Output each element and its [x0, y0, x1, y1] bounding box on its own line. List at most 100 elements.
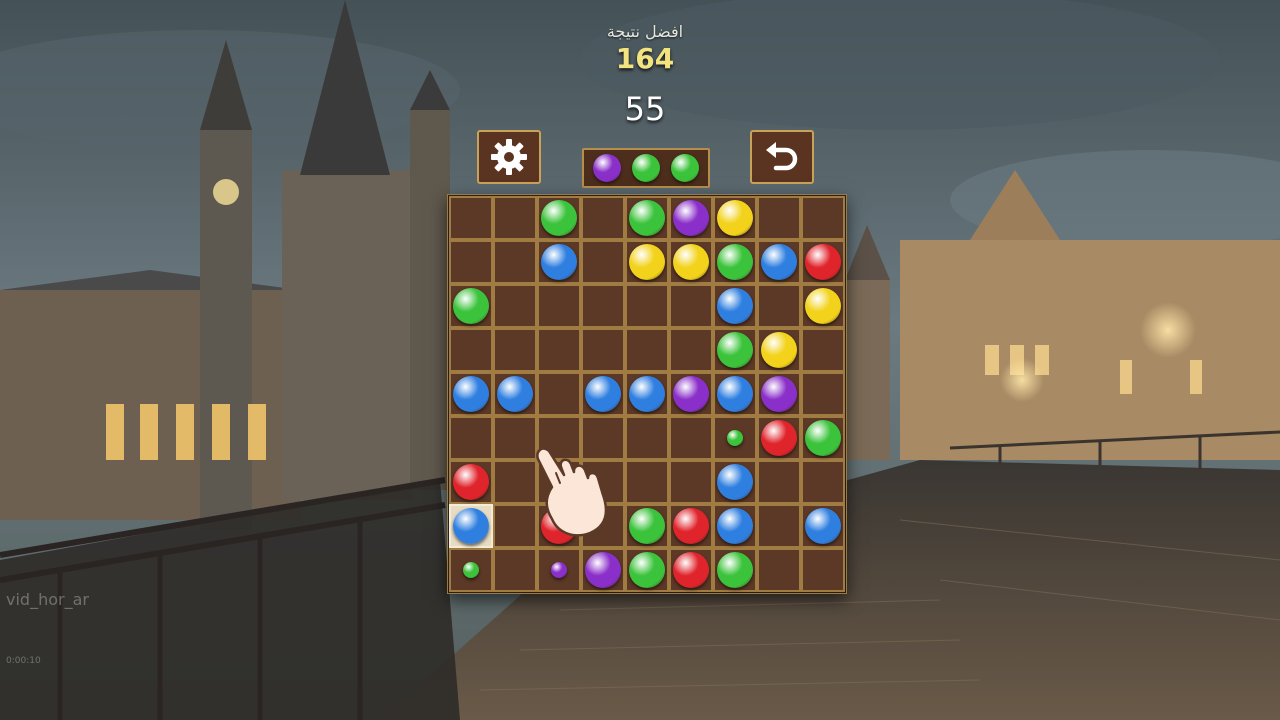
next-balls-preview — [582, 148, 710, 188]
board-cell-r3-c4[interactable] — [581, 284, 625, 328]
board-cell-r9-c3[interactable] — [537, 548, 581, 592]
board-cell-r9-c1[interactable] — [449, 548, 493, 592]
board-cell-r3-c9[interactable] — [801, 284, 845, 328]
board-cell-r7-c4[interactable] — [581, 460, 625, 504]
board-cell-r8-c3[interactable] — [537, 504, 581, 548]
board-cell-r5-c5[interactable] — [625, 372, 669, 416]
board-cell-r7-c5[interactable] — [625, 460, 669, 504]
board-cell-r7-c3[interactable] — [537, 460, 581, 504]
board-cell-r9-c2[interactable] — [493, 548, 537, 592]
best-score-value: 164 — [615, 42, 675, 75]
board-cell-r4-c8[interactable] — [757, 328, 801, 372]
board-cell-r8-c7[interactable] — [713, 504, 757, 548]
board-cell-r5-c2[interactable] — [493, 372, 537, 416]
board-cell-r7-c8[interactable] — [757, 460, 801, 504]
board-cell-r6-c8[interactable] — [757, 416, 801, 460]
board-cell-r1-c4[interactable] — [581, 196, 625, 240]
board-cell-r1-c7[interactable] — [713, 196, 757, 240]
red-ball — [761, 420, 797, 456]
red-ball — [673, 552, 709, 588]
board-cell-r2-c9[interactable] — [801, 240, 845, 284]
board-cell-r6-c4[interactable] — [581, 416, 625, 460]
board-cell-r9-c6[interactable] — [669, 548, 713, 592]
board-cell-r9-c4[interactable] — [581, 548, 625, 592]
board-cell-r6-c2[interactable] — [493, 416, 537, 460]
board-cell-r1-c8[interactable] — [757, 196, 801, 240]
board-cell-r8-c1[interactable] — [449, 504, 493, 548]
board-cell-r4-c7[interactable] — [713, 328, 757, 372]
board-cell-r9-c5[interactable] — [625, 548, 669, 592]
board-cell-r7-c1[interactable] — [449, 460, 493, 504]
board-cell-r6-c1[interactable] — [449, 416, 493, 460]
board-cell-r3-c3[interactable] — [537, 284, 581, 328]
board-cell-r3-c6[interactable] — [669, 284, 713, 328]
board-cell-r8-c5[interactable] — [625, 504, 669, 548]
board-cell-r7-c7[interactable] — [713, 460, 757, 504]
board-cell-r5-c9[interactable] — [801, 372, 845, 416]
board-cell-r4-c2[interactable] — [493, 328, 537, 372]
board-cell-r2-c6[interactable] — [669, 240, 713, 284]
board-cell-r7-c9[interactable] — [801, 460, 845, 504]
purple-ball — [585, 552, 621, 588]
board-cell-r4-c9[interactable] — [801, 328, 845, 372]
board-cell-r2-c2[interactable] — [493, 240, 537, 284]
purple-ball — [673, 376, 709, 412]
board-cell-r4-c1[interactable] — [449, 328, 493, 372]
board-cell-r9-c7[interactable] — [713, 548, 757, 592]
undo-button[interactable] — [750, 130, 814, 184]
board-cell-r4-c3[interactable] — [537, 328, 581, 372]
board-cell-r6-c7[interactable] — [713, 416, 757, 460]
board-cell-r2-c1[interactable] — [449, 240, 493, 284]
board-cell-r8-c2[interactable] — [493, 504, 537, 548]
board-cell-r1-c5[interactable] — [625, 196, 669, 240]
board-cell-r8-c8[interactable] — [757, 504, 801, 548]
green-ball-small — [463, 562, 479, 578]
blue-ball — [585, 376, 621, 412]
board-cell-r6-c6[interactable] — [669, 416, 713, 460]
board-cell-r5-c3[interactable] — [537, 372, 581, 416]
purple-ball-preview — [593, 154, 622, 182]
board-cell-r2-c8[interactable] — [757, 240, 801, 284]
board-cell-r1-c3[interactable] — [537, 196, 581, 240]
settings-button[interactable] — [477, 130, 541, 184]
red-ball — [453, 464, 489, 500]
board-cell-r7-c2[interactable] — [493, 460, 537, 504]
blue-ball — [453, 508, 489, 544]
board-cell-r5-c6[interactable] — [669, 372, 713, 416]
board-cell-r8-c6[interactable] — [669, 504, 713, 548]
board-cell-r8-c9[interactable] — [801, 504, 845, 548]
board-cell-r2-c4[interactable] — [581, 240, 625, 284]
board-cell-r3-c8[interactable] — [757, 284, 801, 328]
board-cell-r4-c4[interactable] — [581, 328, 625, 372]
board-cell-r2-c3[interactable] — [537, 240, 581, 284]
undo-arrow-icon — [766, 142, 798, 171]
board-cell-r1-c2[interactable] — [493, 196, 537, 240]
gear-icon — [491, 139, 527, 175]
board-cell-r2-c5[interactable] — [625, 240, 669, 284]
green-ball-preview — [670, 154, 699, 182]
board-cell-r1-c9[interactable] — [801, 196, 845, 240]
board-cell-r5-c4[interactable] — [581, 372, 625, 416]
board-cell-r2-c7[interactable] — [713, 240, 757, 284]
board-cell-r3-c2[interactable] — [493, 284, 537, 328]
board-cell-r6-c5[interactable] — [625, 416, 669, 460]
board-cell-r3-c1[interactable] — [449, 284, 493, 328]
board-cell-r9-c8[interactable] — [757, 548, 801, 592]
board-cell-r6-c3[interactable] — [537, 416, 581, 460]
board-cell-r3-c5[interactable] — [625, 284, 669, 328]
board-cell-r5-c1[interactable] — [449, 372, 493, 416]
board-cell-r3-c7[interactable] — [713, 284, 757, 328]
green-ball — [717, 552, 753, 588]
board-cell-r6-c9[interactable] — [801, 416, 845, 460]
board-cell-r4-c6[interactable] — [669, 328, 713, 372]
blue-ball — [761, 244, 797, 280]
board-cell-r1-c1[interactable] — [449, 196, 493, 240]
board-cell-r5-c7[interactable] — [713, 372, 757, 416]
board-cell-r5-c8[interactable] — [757, 372, 801, 416]
video-time-overlay: 0:00:10 — [6, 656, 41, 666]
board-cell-r9-c9[interactable] — [801, 548, 845, 592]
board-cell-r4-c5[interactable] — [625, 328, 669, 372]
board-cell-r8-c4[interactable] — [581, 504, 625, 548]
board-cell-r1-c6[interactable] — [669, 196, 713, 240]
board-cell-r7-c6[interactable] — [669, 460, 713, 504]
